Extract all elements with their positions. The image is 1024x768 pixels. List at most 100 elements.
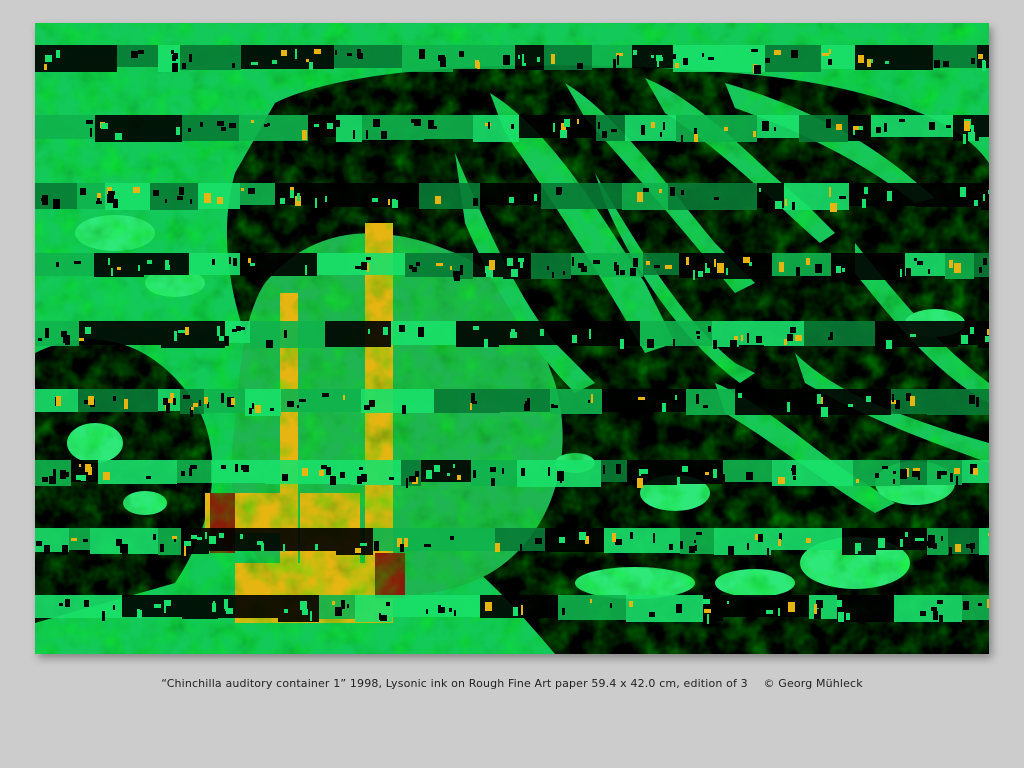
glitch-speckle <box>154 604 161 608</box>
glitch-speckle <box>147 260 152 264</box>
glitch-speckle <box>590 599 592 603</box>
glitch-speckle <box>340 472 345 478</box>
glitch-speckle <box>85 327 91 334</box>
glitch-speckle <box>785 199 787 206</box>
glitch-block <box>627 460 677 485</box>
glitch-block <box>252 528 336 551</box>
glitch-speckle <box>837 600 842 607</box>
glitch-speckle <box>388 199 390 205</box>
glitch-speckle <box>231 398 235 405</box>
glitch-speckle <box>775 201 782 209</box>
glitch-speckle <box>97 193 101 198</box>
glitch-speckle <box>630 532 633 539</box>
glitch-speckle <box>704 609 711 613</box>
glitch-speckle <box>416 262 420 266</box>
glitch-block <box>686 389 735 415</box>
glitch-speckle <box>819 607 821 617</box>
glitch-speckle <box>409 476 416 482</box>
glitch-speckle <box>153 534 156 540</box>
glitch-speckle <box>282 474 288 481</box>
glitch-speckle <box>659 189 662 193</box>
glitch-speckle <box>174 539 176 542</box>
glitch-block <box>541 183 622 209</box>
glitch-speckle <box>283 544 285 552</box>
glitch-speckle <box>713 340 717 349</box>
glitch-block <box>240 183 275 205</box>
glitch-speckle <box>778 539 781 546</box>
glitch-speckle <box>295 49 297 59</box>
glitch-speckle <box>910 334 916 337</box>
glitch-speckle <box>484 339 488 348</box>
glitch-speckle <box>787 402 790 412</box>
glitch-speckle <box>637 192 643 202</box>
glitch-speckle <box>867 59 871 67</box>
glitch-speckle <box>876 127 881 133</box>
glitch-speckle <box>696 532 702 535</box>
glitch-speckle <box>987 329 989 335</box>
glitch-speckle <box>910 396 915 406</box>
glitch-speckle <box>225 604 228 611</box>
glitch-speckle <box>249 408 252 414</box>
glitch-speckle <box>646 261 650 265</box>
glitch-speckle <box>638 397 645 400</box>
glitch-block <box>241 45 298 69</box>
glitch-speckle <box>502 468 504 474</box>
glitch-speckle <box>982 60 985 64</box>
glitch-speckle <box>302 130 307 140</box>
glitch-speckle <box>251 120 254 123</box>
glitch-speckle <box>637 478 643 488</box>
glitch-speckle <box>353 130 355 139</box>
glitch-speckle <box>236 326 241 331</box>
glitch-block <box>679 253 712 278</box>
glitch-speckle <box>572 335 577 343</box>
glitch-speckle <box>165 199 167 203</box>
glitch-speckle <box>470 403 472 410</box>
artwork-graphic <box>35 23 989 654</box>
glitch-speckle <box>472 401 477 404</box>
glitch-speckle <box>778 477 785 484</box>
glitch-speckle <box>229 123 236 128</box>
glitch-speckle <box>653 533 655 543</box>
glitch-speckle <box>172 55 176 61</box>
glitch-speckle <box>900 269 902 277</box>
glitch-speckle <box>284 609 288 613</box>
glitch-speckle <box>381 131 387 139</box>
glitch-speckle <box>117 267 121 270</box>
glitch-speckle <box>488 122 490 129</box>
glitch-speckle <box>892 394 894 402</box>
glitch-speckle <box>954 263 961 273</box>
glitch-speckle <box>191 535 197 539</box>
glitch-speckle <box>603 465 605 474</box>
glitch-block <box>625 115 676 141</box>
glitch-speckle <box>708 57 714 60</box>
glitch-speckle <box>551 54 555 64</box>
glitch-speckle <box>347 604 349 608</box>
glitch-block <box>35 115 95 139</box>
glitch-speckle <box>727 601 729 604</box>
glitch-speckle <box>920 611 926 616</box>
glitch-speckle <box>552 272 554 278</box>
glitch-speckle <box>941 471 947 475</box>
glitch-speckle <box>853 126 860 130</box>
glitch-speckle <box>450 536 454 540</box>
glitch-speckle <box>577 119 579 124</box>
glitch-speckle <box>133 187 140 193</box>
glitch-speckle <box>617 55 619 65</box>
glitch-speckle <box>829 187 831 197</box>
glitch-block <box>373 528 416 551</box>
glitch-speckle <box>197 537 202 540</box>
glitch-speckle <box>970 543 975 549</box>
glitch-speckle <box>65 599 70 607</box>
glitch-block <box>703 595 723 621</box>
glitch-block <box>668 183 757 210</box>
glitch-speckle <box>415 471 419 477</box>
glitch-block <box>519 115 596 138</box>
glitch-speckle <box>846 613 850 620</box>
glitch-speckle <box>172 63 178 72</box>
glitch-speckle <box>660 132 662 137</box>
glitch-speckle <box>65 472 69 477</box>
glitch-speckle <box>107 194 114 203</box>
glitch-speckle <box>929 122 935 130</box>
glitch-speckle <box>42 477 48 482</box>
glitch-speckle <box>887 191 892 201</box>
